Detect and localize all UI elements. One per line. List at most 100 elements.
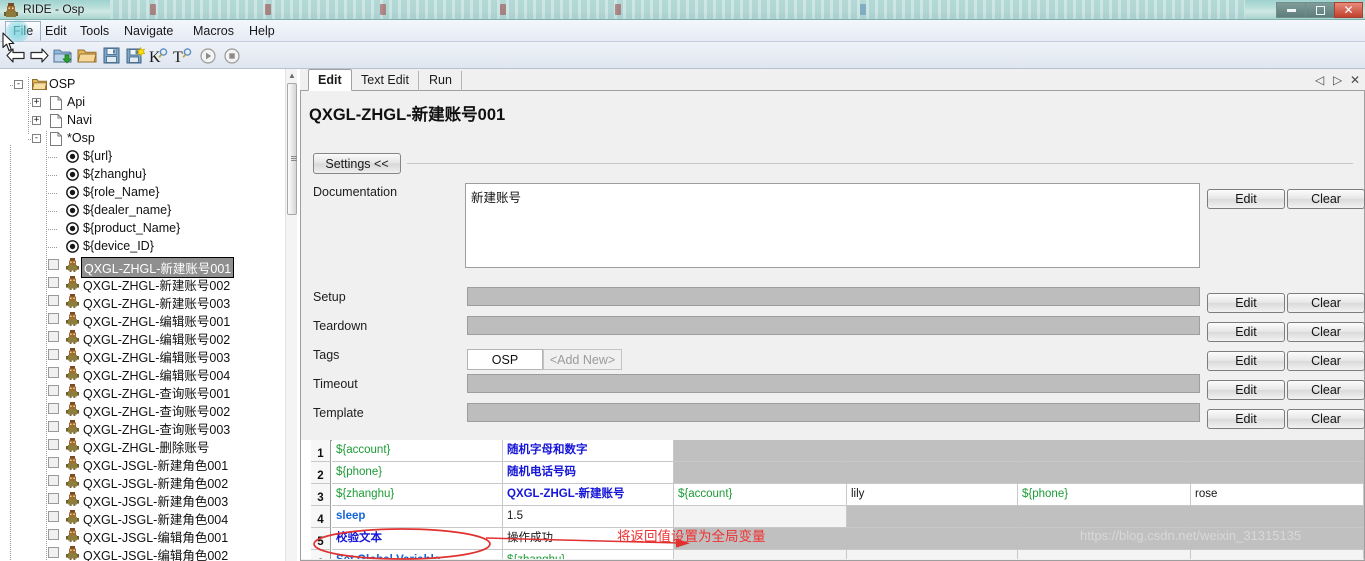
collapse-node-icon[interactable]: - xyxy=(32,134,41,143)
template-field[interactable] xyxy=(467,403,1200,422)
test-case-checkbox[interactable] xyxy=(48,421,59,432)
tree-node[interactable]: QXGL-ZHGL-编辑账号002 xyxy=(83,329,230,348)
menu-item-navigate[interactable]: Navigate xyxy=(117,22,180,40)
tree-node[interactable]: QXGL-JSGL-编辑角色002 xyxy=(83,545,228,561)
tree-node[interactable]: QXGL-ZHGL-查询账号003 xyxy=(83,419,230,438)
grid-cell[interactable] xyxy=(847,462,1018,484)
test-case-checkbox[interactable] xyxy=(48,511,59,522)
tree-node[interactable]: QXGL-ZHGL-新建账号003 xyxy=(83,293,230,312)
grid-cell[interactable]: QXGL-ZHGL-新建账号 xyxy=(503,484,674,506)
template-clear-button[interactable]: Clear xyxy=(1287,409,1365,429)
maximize-button[interactable] xyxy=(1305,2,1334,18)
grid-cell[interactable] xyxy=(1191,440,1364,462)
grid-cell[interactable] xyxy=(674,462,847,484)
stop-icon[interactable] xyxy=(221,45,243,66)
grid-cell[interactable]: sleep xyxy=(332,506,503,528)
test-case-checkbox[interactable] xyxy=(48,385,59,396)
tags-clear-button[interactable]: Clear xyxy=(1287,351,1365,371)
timeout-edit-button[interactable]: Edit xyxy=(1207,380,1285,400)
timeout-field[interactable] xyxy=(467,374,1200,393)
grid-cell[interactable] xyxy=(847,440,1018,462)
setup-clear-button[interactable]: Clear xyxy=(1287,293,1365,313)
tab-run[interactable]: Run xyxy=(420,71,462,91)
tag-chip-osp[interactable]: OSP xyxy=(467,349,543,370)
tab-text-edit[interactable]: Text Edit xyxy=(352,71,419,91)
save-all-icon[interactable] xyxy=(124,45,146,66)
teardown-field[interactable] xyxy=(467,316,1200,335)
grid-cell[interactable]: ${zhanghu} xyxy=(332,484,503,506)
test-suite-tree[interactable]: - OSP + Api + Navi - *Osp ${url} ${zhanghu} ${role… xyxy=(0,69,285,561)
tree-node[interactable]: Api xyxy=(67,95,85,109)
grid-cell[interactable]: ${phone} xyxy=(332,462,503,484)
tree-node[interactable]: QXGL-ZHGL-新建账号002 xyxy=(83,275,230,294)
tree-node[interactable]: ${product_Name} xyxy=(83,221,180,235)
grid-cell[interactable] xyxy=(847,528,1018,550)
test-case-checkbox[interactable] xyxy=(48,349,59,360)
template-edit-button[interactable]: Edit xyxy=(1207,409,1285,429)
tree-node[interactable]: QXGL-ZHGL-编辑账号003 xyxy=(83,347,230,366)
grid-cell[interactable] xyxy=(1018,462,1191,484)
grid-cell[interactable]: 校验文本 xyxy=(332,528,503,550)
tree-node[interactable]: QXGL-ZHGL-编辑账号001 xyxy=(83,311,230,330)
menu-item-file[interactable]: File xyxy=(5,21,42,41)
tree-node[interactable]: OSP xyxy=(49,77,75,91)
settings-toggle-button[interactable]: Settings << xyxy=(313,153,401,174)
tree-node[interactable]: Navi xyxy=(67,113,92,127)
test-case-checkbox[interactable] xyxy=(48,493,59,504)
grid-cell[interactable]: 随机字母和数字 xyxy=(503,440,674,462)
grid-cell[interactable]: 随机电话号码 xyxy=(503,462,674,484)
grid-cell[interactable]: rose xyxy=(1191,484,1364,506)
grid-cell[interactable] xyxy=(1018,506,1191,528)
close-tab-icon[interactable]: ✕ xyxy=(1350,73,1360,87)
tree-node[interactable]: QXGL-JSGL-新建角色001 xyxy=(83,455,228,474)
forward-arrow-icon[interactable] xyxy=(28,45,50,66)
scroll-tabs-right-icon[interactable]: ▷ xyxy=(1333,73,1342,87)
grid-cell[interactable] xyxy=(1191,550,1364,559)
tab-edit[interactable]: Edit xyxy=(308,69,352,91)
grid-cell[interactable] xyxy=(1191,462,1364,484)
documentation-clear-button[interactable]: Clear xyxy=(1287,189,1365,209)
tree-node[interactable]: ${device_ID} xyxy=(83,239,154,253)
tree-vertical-scrollbar[interactable]: ▲ xyxy=(285,69,297,561)
test-case-checkbox[interactable] xyxy=(48,439,59,450)
run-icon[interactable] xyxy=(197,45,219,66)
setup-field[interactable] xyxy=(467,287,1200,306)
grid-cell[interactable]: ${zhanghu} xyxy=(503,550,674,559)
tree-node[interactable]: QXGL-ZHGL-编辑账号004 xyxy=(83,365,230,384)
tree-node[interactable]: QXGL-ZHGL-查询账号002 xyxy=(83,401,230,420)
test-case-checkbox[interactable] xyxy=(48,313,59,324)
test-case-checkbox[interactable] xyxy=(48,475,59,486)
grid-cell[interactable] xyxy=(1018,550,1191,559)
menu-item-edit[interactable]: Edit xyxy=(38,22,74,40)
grid-cell[interactable] xyxy=(1191,506,1364,528)
grid-cell[interactable]: ${account} xyxy=(332,440,503,462)
tree-node[interactable]: QXGL-ZHGL-查询账号001 xyxy=(83,383,230,402)
scroll-tabs-left-icon[interactable]: ◁ xyxy=(1315,73,1324,87)
grid-cell[interactable] xyxy=(674,440,847,462)
test-case-checkbox[interactable] xyxy=(48,403,59,414)
setup-edit-button[interactable]: Edit xyxy=(1207,293,1285,313)
grid-cell[interactable]: Set Global Variable xyxy=(332,550,503,559)
menu-item-help[interactable]: Help xyxy=(242,22,282,40)
search-keywords-icon[interactable]: K xyxy=(148,45,170,66)
grid-cell[interactable] xyxy=(847,550,1018,559)
expand-node-icon[interactable]: + xyxy=(32,116,41,125)
tree-node[interactable]: ${zhanghu} xyxy=(83,167,146,181)
grid-cell[interactable] xyxy=(674,550,847,559)
back-arrow-icon[interactable] xyxy=(4,45,26,66)
test-case-checkbox[interactable] xyxy=(48,277,59,288)
tree-node[interactable]: QXGL-JSGL-新建角色004 xyxy=(83,509,228,528)
scroll-up-icon[interactable]: ▲ xyxy=(286,69,298,81)
test-case-checkbox[interactable] xyxy=(48,331,59,342)
documentation-textarea[interactable]: 新建账号 xyxy=(465,183,1200,268)
grid-cell[interactable]: ${phone} xyxy=(1018,484,1191,506)
test-case-checkbox[interactable] xyxy=(48,529,59,540)
tree-node[interactable]: ${url} xyxy=(83,149,112,163)
tree-node[interactable]: QXGL-JSGL-编辑角色001 xyxy=(83,527,228,546)
grid-cell[interactable]: lily xyxy=(847,484,1018,506)
tree-node[interactable]: ${role_Name} xyxy=(83,185,159,199)
timeout-clear-button[interactable]: Clear xyxy=(1287,380,1365,400)
collapse-node-icon[interactable]: - xyxy=(14,80,23,89)
test-case-checkbox[interactable] xyxy=(48,547,59,558)
minimize-button[interactable] xyxy=(1276,2,1305,18)
